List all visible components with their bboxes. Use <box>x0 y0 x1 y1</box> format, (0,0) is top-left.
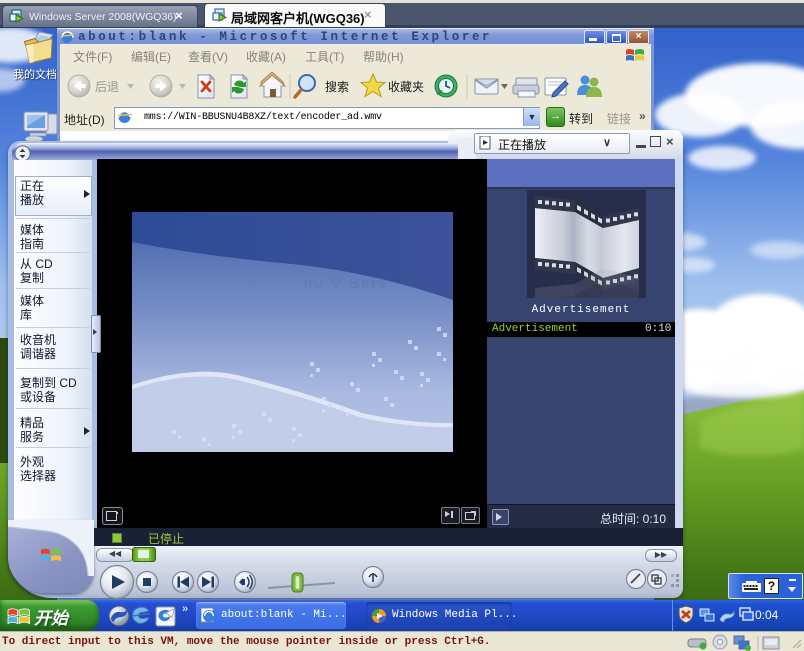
svg-text:搜索: 搜索 <box>325 79 349 94</box>
svg-text:收藏夹: 收藏夹 <box>388 80 424 94</box>
svg-text:后退: 后退 <box>95 80 119 94</box>
svg-text:nu V Serv: nu V Serv <box>304 275 388 292</box>
